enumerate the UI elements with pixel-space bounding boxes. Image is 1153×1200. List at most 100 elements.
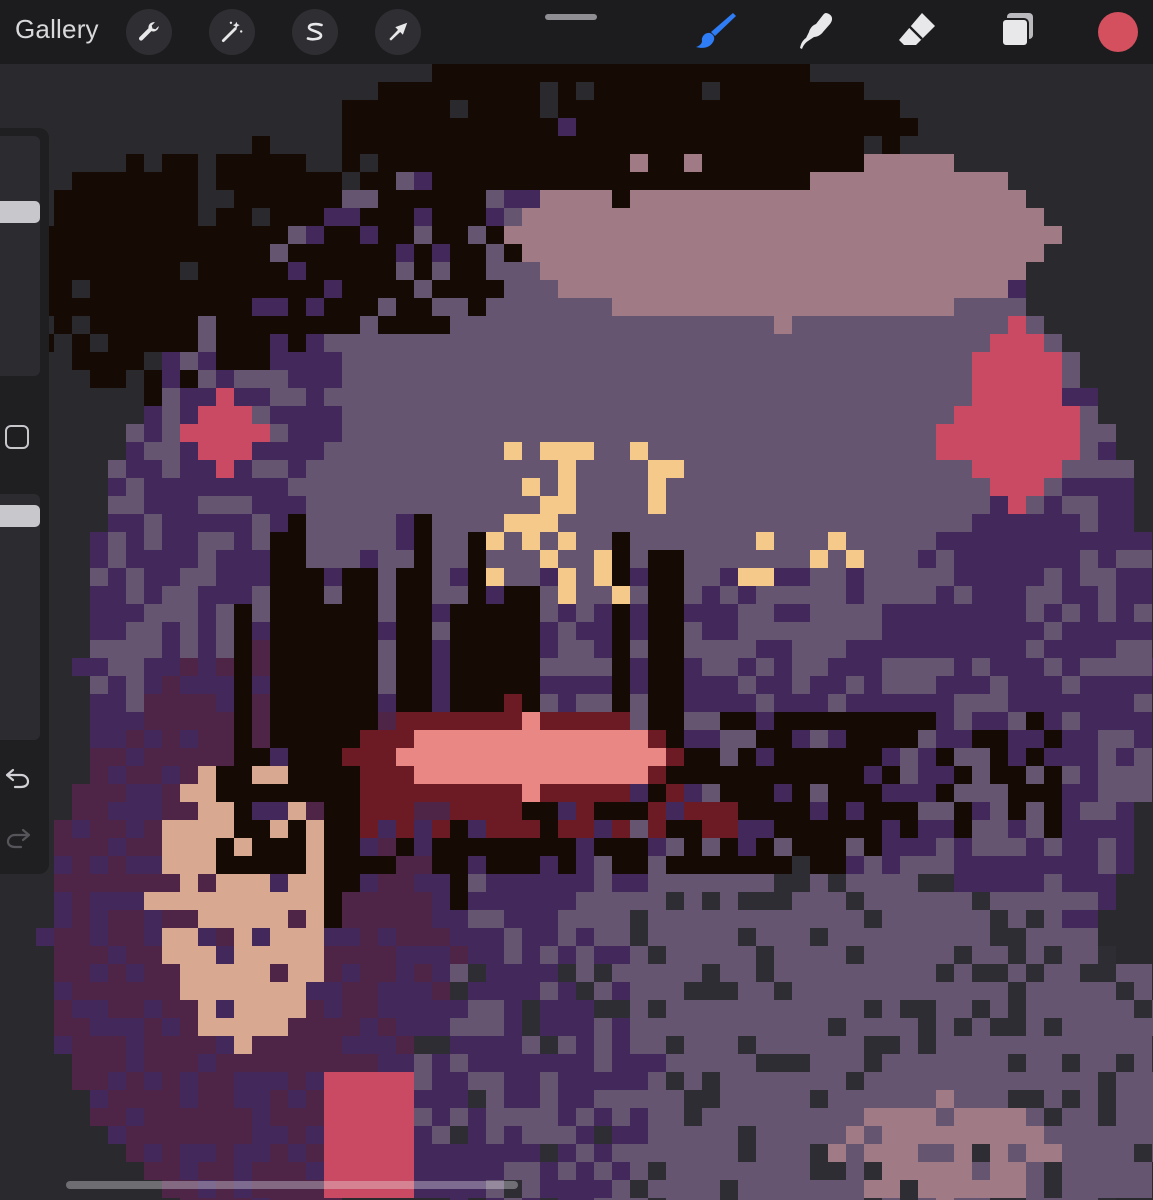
adjustments-button[interactable] <box>209 9 255 55</box>
canvas-pixel <box>846 388 864 406</box>
canvas-pixel <box>828 226 846 244</box>
canvas-pixel <box>522 730 540 748</box>
color-swatch-button[interactable] <box>1098 12 1138 52</box>
canvas-pixel <box>756 100 774 118</box>
canvas-pixel <box>378 190 396 208</box>
canvas-pixel <box>468 154 486 172</box>
canvas-pixel <box>126 154 144 172</box>
canvas-pixel <box>468 568 486 586</box>
canvas-pixel <box>1008 298 1026 316</box>
canvas-pixel <box>306 406 324 424</box>
selection-button[interactable] <box>292 9 338 55</box>
canvas-pixel <box>882 712 900 730</box>
opacity-slider[interactable] <box>0 494 40 740</box>
canvas-pixel <box>288 190 306 208</box>
canvas-pixel <box>972 946 990 964</box>
canvas-pixel <box>612 64 630 82</box>
canvas-pixel <box>1026 1162 1044 1180</box>
transform-button[interactable] <box>375 9 421 55</box>
canvas-pixel <box>342 406 360 424</box>
canvas-pixel <box>612 154 630 172</box>
canvas-pixel <box>774 1144 792 1162</box>
undo-button[interactable] <box>4 766 32 790</box>
canvas-pixel <box>756 406 774 424</box>
canvas-pixel <box>252 442 270 460</box>
canvas-pixel <box>234 928 252 946</box>
canvas-pixel <box>234 1036 252 1054</box>
canvas-pixel <box>108 784 126 802</box>
canvas-pixel <box>126 1000 144 1018</box>
canvas-pixel <box>864 1090 882 1108</box>
canvas-pixel <box>1008 586 1026 604</box>
canvas-pixel <box>144 730 162 748</box>
modify-button[interactable] <box>5 425 29 449</box>
canvas-pixel <box>702 748 720 766</box>
canvas-pixel <box>792 766 810 784</box>
canvas-pixel <box>936 298 954 316</box>
canvas-pixel <box>684 586 702 604</box>
canvas-pixel <box>954 262 972 280</box>
canvas-pixel <box>918 640 936 658</box>
drawing-canvas[interactable] <box>0 64 1153 1200</box>
eraser-tool-button[interactable] <box>893 10 941 54</box>
canvas-pixel <box>540 730 558 748</box>
canvas-pixel <box>702 838 720 856</box>
canvas-pixel <box>720 460 738 478</box>
canvas-pixel <box>918 730 936 748</box>
canvas-pixel <box>1062 532 1080 550</box>
canvas-pixel <box>450 694 468 712</box>
canvas-pixel <box>918 352 936 370</box>
canvas-pixel <box>828 586 846 604</box>
smudge-tool-button[interactable] <box>792 10 840 54</box>
redo-button[interactable] <box>4 826 32 850</box>
canvas-pixel <box>270 1126 288 1144</box>
canvas-pixel <box>918 208 936 226</box>
canvas-pixel <box>522 352 540 370</box>
canvas-pixel <box>198 928 216 946</box>
brush-tool-button[interactable] <box>691 10 739 54</box>
canvas-pixel <box>648 316 666 334</box>
gallery-button[interactable]: Gallery <box>15 14 99 45</box>
canvas-pixel <box>648 370 666 388</box>
canvas-pixel <box>990 676 1008 694</box>
canvas-pixel <box>360 334 378 352</box>
brush-size-slider[interactable] <box>0 136 40 376</box>
canvas-pixel <box>540 982 558 1000</box>
layers-button[interactable] <box>993 10 1041 54</box>
eraser-icon <box>896 10 938 55</box>
canvas-pixel <box>1044 856 1062 874</box>
canvas-pixel <box>72 658 90 676</box>
canvas-pixel <box>360 406 378 424</box>
canvas-pixel <box>540 604 558 622</box>
canvas-pixel <box>324 694 342 712</box>
grab-handle[interactable] <box>545 14 597 20</box>
canvas-pixel <box>900 244 918 262</box>
canvas-pixel <box>486 208 504 226</box>
canvas-pixel <box>558 262 576 280</box>
canvas-pixel <box>684 370 702 388</box>
canvas-pixel <box>828 172 846 190</box>
canvas-pixel <box>666 1018 684 1036</box>
canvas-pixel <box>396 1108 414 1126</box>
canvas-pixel <box>720 352 738 370</box>
canvas-pixel <box>432 100 450 118</box>
brush-size-slider-thumb[interactable] <box>0 201 40 224</box>
canvas-pixel <box>702 532 720 550</box>
canvas-pixel <box>450 1144 468 1162</box>
canvas-pixel <box>396 838 414 856</box>
canvas-pixel <box>108 838 126 856</box>
canvas-pixel <box>396 784 414 802</box>
opacity-slider-thumb[interactable] <box>0 505 40 528</box>
canvas-pixel <box>828 496 846 514</box>
canvas-pixel <box>306 1090 324 1108</box>
canvas-pixel <box>288 280 306 298</box>
canvas-pixel <box>630 550 648 568</box>
canvas-pixel <box>738 496 756 514</box>
canvas-pixel <box>792 784 810 802</box>
actions-button[interactable] <box>126 9 172 55</box>
canvas-pixel <box>468 892 486 910</box>
canvas-pixel <box>558 82 576 100</box>
canvas-pixel <box>108 892 126 910</box>
canvas-pixel <box>540 496 558 514</box>
canvas-pixel <box>1026 1144 1044 1162</box>
